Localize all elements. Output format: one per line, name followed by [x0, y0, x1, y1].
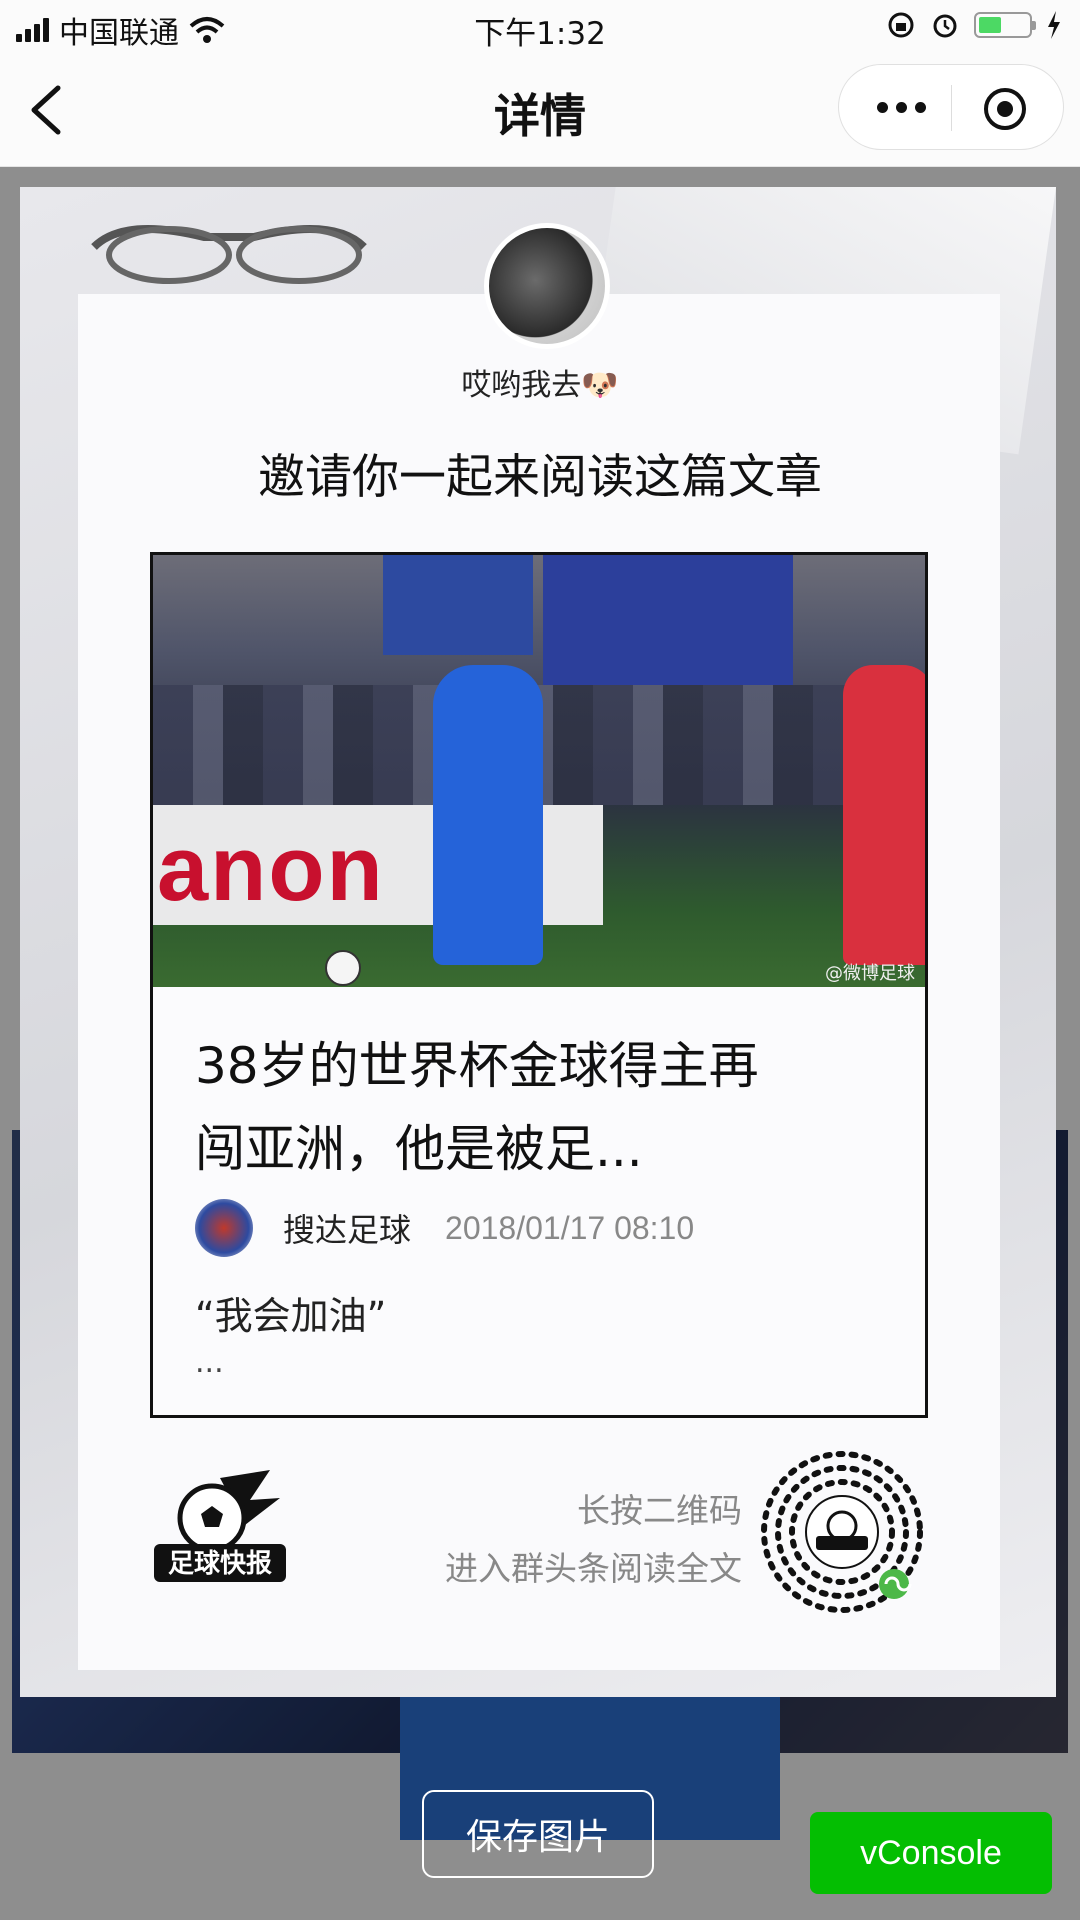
- football: [325, 950, 361, 986]
- article-title-line2: 闯亚洲，他是被足...: [195, 1120, 643, 1178]
- close-miniprogram-icon[interactable]: [981, 85, 1029, 133]
- player-blue: [433, 665, 543, 965]
- vconsole-button[interactable]: vConsole: [810, 1812, 1052, 1894]
- article-card[interactable]: anon @微博足球 38岁的世界杯金球得主再 闯亚洲，他是被足... 搜达足球…: [150, 552, 928, 1418]
- blue-banner-right: [543, 555, 793, 685]
- author-row: 搜达足球 2018/01/17 08:10: [195, 1198, 694, 1258]
- charging-icon: [1048, 11, 1060, 39]
- username: 哎哟我去🐶: [461, 368, 619, 403]
- player-red: [843, 665, 925, 965]
- qr-hint-line1: 长按二维码: [577, 1491, 742, 1530]
- brand-logo: 足球快报: [154, 1470, 286, 1582]
- miniprogram-capsule: [838, 64, 1064, 150]
- author-name: 搜达足球: [283, 1211, 412, 1249]
- ad-board-text: anon: [157, 818, 385, 920]
- excerpt-ellipsis: ...: [195, 1345, 224, 1380]
- user-avatar: [484, 223, 610, 349]
- photo-watermark: @微博足球: [825, 963, 915, 984]
- capsule-divider: [951, 85, 952, 131]
- nav-bar: 详情: [0, 54, 1080, 167]
- article-excerpt: “我会加油”: [195, 1294, 387, 1338]
- status-right: [886, 10, 1062, 40]
- article-title-line1: 38岁的世界杯金球得主再: [195, 1037, 759, 1095]
- author-avatar: [195, 1199, 253, 1257]
- status-bar: 中国联通 下午1:32: [0, 0, 1080, 54]
- rotation-lock-icon: [888, 12, 914, 38]
- article-title: 38岁的世界杯金球得主再 闯亚洲，他是被足...: [195, 1025, 895, 1191]
- more-options-icon[interactable]: [869, 89, 933, 125]
- article-cover-photo: anon @微博足球: [153, 555, 925, 987]
- invite-text: 邀请你一起来阅读这篇文章: [258, 450, 822, 505]
- blue-banner-left: [383, 555, 533, 655]
- qr-hint-line2: 进入群头条阅读全文: [445, 1549, 742, 1588]
- brand-logo-text: 足球快报: [168, 1548, 272, 1579]
- publish-time: 2018/01/17 08:10: [445, 1209, 695, 1246]
- save-image-button[interactable]: 保存图片: [422, 1790, 654, 1878]
- battery-icon: [974, 12, 1036, 38]
- glasses-decoration: [91, 225, 367, 284]
- alarm-icon: [933, 14, 957, 38]
- miniprogram-qr-code[interactable]: [758, 1448, 926, 1616]
